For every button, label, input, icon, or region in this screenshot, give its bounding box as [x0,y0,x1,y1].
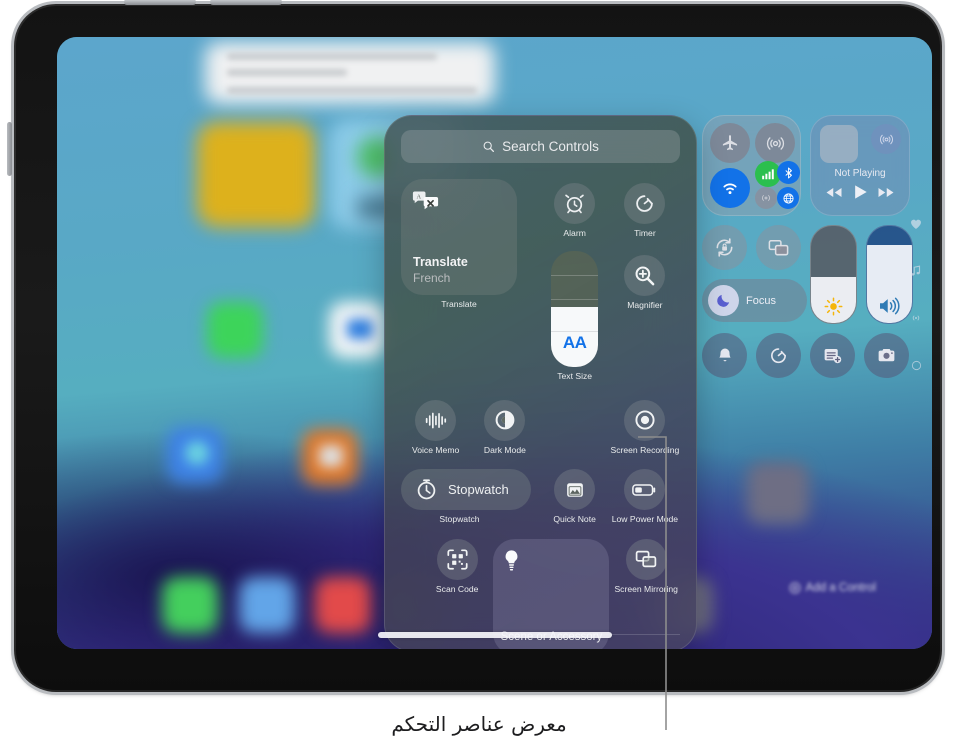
screenshot-root: Add a Control Not Playing Focus Search C… [0,0,958,755]
callout-leader-line [638,436,667,730]
caption-label: معرض عناصر التحكم [391,712,567,736]
